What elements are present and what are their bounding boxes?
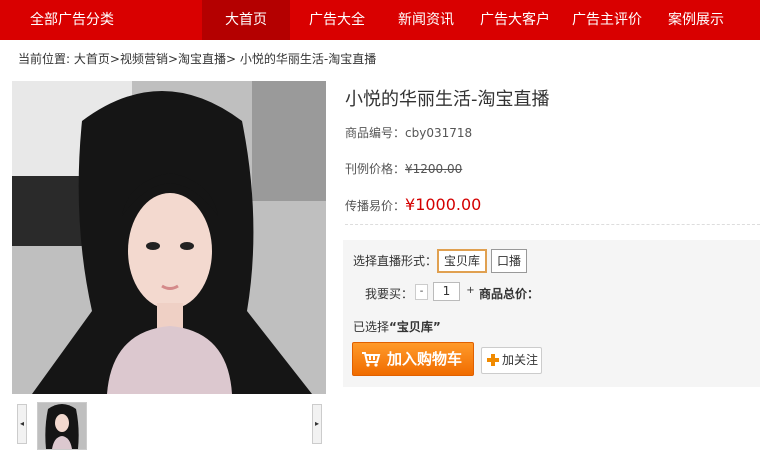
product-main-image[interactable] xyxy=(12,81,326,394)
breadcrumb-current: 小悦的华丽生活-淘宝直播 xyxy=(239,52,377,66)
purchase-options-panel: 选择直播形式： 宝贝库 口播 我要买： - 1 + 商品总价： 已选择“宝贝库”… xyxy=(343,240,760,387)
breadcrumb-link-video-marketing[interactable]: 视频营销 xyxy=(120,52,168,66)
list-price-label: 刊例价格： xyxy=(345,162,406,176)
thumbnail-next-arrow[interactable]: ▸ xyxy=(312,404,322,444)
product-photo-illustration xyxy=(12,81,326,394)
nav-item-home[interactable]: 大首页 xyxy=(202,0,290,40)
breadcrumb-link-taobao-live[interactable]: 淘宝直播 xyxy=(178,52,226,66)
list-price-row: 刊例价格：¥1200.00 xyxy=(345,160,462,177)
total-price-label: 商品总价： xyxy=(479,287,540,301)
follow-label: 加关注 xyxy=(502,353,539,367)
selected-option-prefix: 已选择 xyxy=(353,320,390,334)
product-code-label: 商品编号： xyxy=(345,126,406,140)
quantity-label: 我要买： xyxy=(365,287,414,301)
quantity-input[interactable]: 1 xyxy=(433,282,460,301)
selected-option-value: “宝贝库” xyxy=(389,320,441,334)
all-categories-menu[interactable]: 全部广告分类 xyxy=(0,0,200,40)
thumbnail-image[interactable] xyxy=(37,402,87,450)
product-title: 小悦的华丽生活-淘宝直播 xyxy=(345,89,550,110)
sale-price-label: 传播易价： xyxy=(345,199,406,213)
thumbnail-photo-illustration xyxy=(38,403,86,449)
thumbnail-prev-arrow[interactable]: ◂ xyxy=(17,404,27,444)
product-code-value: cby031718 xyxy=(405,126,473,140)
product-code-row: 商品编号：cby031718 xyxy=(345,124,472,141)
sale-price-value: ¥1000.00 xyxy=(405,195,482,214)
breadcrumb-prefix: 当前位置: xyxy=(18,52,71,66)
quantity-increase-button[interactable]: + xyxy=(464,284,477,300)
follow-button[interactable]: 加关注 xyxy=(481,347,542,374)
list-price-value: ¥1200.00 xyxy=(405,162,463,176)
add-to-cart-label: 加入购物车 xyxy=(387,350,463,368)
divider xyxy=(345,224,760,225)
selected-option-summary: 已选择“宝贝库” xyxy=(353,318,441,335)
option-chip-verbal-mention[interactable]: 口播 xyxy=(491,249,528,273)
nav-item-ad-directory[interactable]: 广告大全 xyxy=(294,0,380,40)
breadcrumb-link-home[interactable]: 大首页 xyxy=(74,52,110,66)
nav-item-case-studies[interactable]: 案例展示 xyxy=(652,0,740,40)
thumbnail-strip: ◂ ▸ xyxy=(12,402,326,450)
nav-item-advertiser-reviews[interactable]: 广告主评价 xyxy=(562,0,652,40)
nav-item-news[interactable]: 新闻资讯 xyxy=(383,0,469,40)
breadcrumb: 当前位置: 大首页>视频营销>淘宝直播> 小悦的华丽生活-淘宝直播 xyxy=(18,52,377,66)
option-chip-product-library[interactable]: 宝贝库 xyxy=(437,249,488,273)
sale-price-row: 传播易价：¥1000.00 xyxy=(345,195,481,214)
plus-icon xyxy=(487,354,499,366)
live-format-label: 选择直播形式： xyxy=(353,254,438,268)
add-to-cart-button[interactable]: 加入购物车 xyxy=(352,342,474,376)
top-nav-bar: 全部广告分类 大首页 广告大全 新闻资讯 广告大客户 广告主评价 案例展示 xyxy=(0,0,760,40)
shopping-cart-icon xyxy=(362,352,381,367)
quantity-decrease-button[interactable]: - xyxy=(415,284,428,300)
nav-item-major-clients[interactable]: 广告大客户 xyxy=(470,0,560,40)
